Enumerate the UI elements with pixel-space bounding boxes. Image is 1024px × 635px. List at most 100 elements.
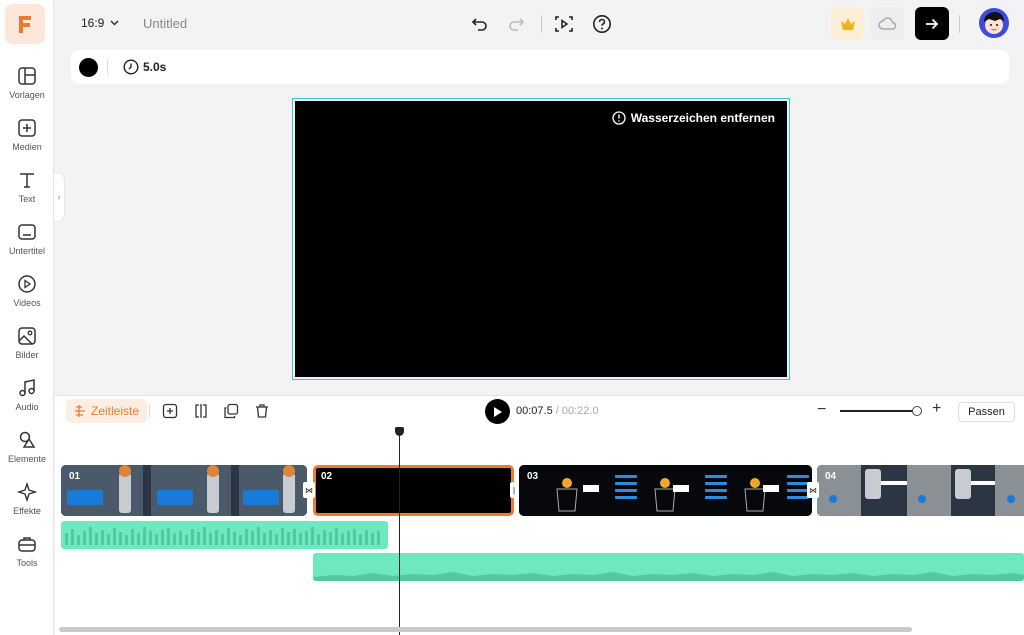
pipe-icon: | [512, 485, 516, 495]
playhead[interactable] [399, 432, 400, 635]
delete-button[interactable] [252, 401, 272, 421]
time-separator: / [552, 405, 562, 417]
sidebar-item-label: Elemente [7, 454, 47, 464]
clip-number: 03 [527, 471, 539, 482]
image-icon [18, 327, 36, 345]
timeline-clip-02[interactable]: 02 [313, 465, 514, 516]
add-box-icon [162, 403, 178, 419]
editor-app: Vorlagen Medien Text Untertitel Videos B… [0, 0, 1024, 635]
aspect-ratio-select[interactable]: 16:9 [81, 16, 119, 30]
app-logo[interactable] [5, 4, 45, 44]
current-time: 00:07.5 [516, 405, 553, 417]
user-avatar[interactable] [979, 8, 1009, 38]
background-color-swatch[interactable] [79, 58, 98, 77]
remove-watermark-button[interactable]: Wasserzeichen entfernen [612, 111, 775, 125]
avatar-illustration [984, 12, 1004, 34]
export-button[interactable] [915, 7, 949, 40]
timecode: 00:07.5 / 00:22.0 [516, 405, 599, 417]
properties-bar: 5.0s [71, 50, 1009, 84]
sidebar-item-label: Medien [12, 142, 42, 152]
undo-button[interactable] [468, 12, 492, 36]
templates-icon [18, 67, 36, 85]
help-button[interactable] [590, 12, 614, 36]
total-time: 00:22.0 [561, 405, 599, 417]
canvas-frame[interactable]: Wasserzeichen entfernen [292, 98, 790, 380]
zoom-out-button[interactable]: − [817, 402, 826, 418]
duration-control[interactable]: 5.0s [123, 59, 166, 75]
transition-handle[interactable]: ⋈ [807, 482, 819, 498]
preview-button[interactable] [552, 12, 576, 36]
toolbox-icon [18, 537, 36, 552]
clip-thumbnail [61, 465, 307, 516]
arrow-right-icon [926, 18, 939, 29]
play-button[interactable] [485, 399, 510, 424]
clip-thumbnail [519, 465, 812, 516]
transition-handle[interactable]: | [510, 482, 518, 498]
duplicate-icon [224, 403, 239, 419]
text-icon [20, 173, 34, 188]
sidebar-item-audio[interactable]: Audio [0, 376, 54, 424]
sidebar-item-vorlagen[interactable]: Vorlagen [0, 64, 54, 112]
sidebar-item-tools[interactable]: Tools [0, 532, 54, 580]
left-sidebar: Vorlagen Medien Text Untertitel Videos B… [0, 0, 54, 635]
split-icon [195, 404, 207, 418]
transition-handle[interactable]: ⋈ [303, 482, 315, 498]
info-icon [612, 111, 626, 125]
timeline-scrollbar[interactable] [59, 627, 912, 632]
cloud-save-button[interactable] [871, 7, 904, 40]
sidebar-expand-handle[interactable]: › [54, 172, 65, 222]
add-clip-button[interactable] [160, 401, 180, 421]
sidebar-item-label: Vorlagen [9, 90, 45, 100]
play-icon [493, 406, 502, 417]
divider [959, 15, 960, 33]
sidebar-item-bilder[interactable]: Bilder [0, 324, 54, 372]
sidebar-item-label: Bilder [15, 350, 39, 360]
bowtie-icon: ⋈ [305, 485, 313, 495]
sidebar-item-elemente[interactable]: Elemente [0, 428, 54, 476]
sidebar-item-untertitel[interactable]: Untertitel [0, 220, 54, 268]
timeline-toolbar: Zeitleiste 00:07.5 / 00:22.0 − + Passen [55, 396, 1024, 426]
upgrade-button[interactable] [831, 7, 864, 40]
video-canvas[interactable]: Wasserzeichen entfernen [295, 101, 787, 377]
divider [149, 404, 150, 418]
sidebar-item-label: Effekte [13, 506, 41, 516]
timeline-clip-03[interactable]: 03 [519, 465, 812, 516]
fit-button[interactable]: Passen [958, 402, 1015, 422]
audio-track-2[interactable] [313, 553, 1024, 581]
aspect-ratio-value: 16:9 [81, 16, 105, 30]
zoom-slider[interactable] [840, 410, 917, 412]
sidebar-item-label: Tools [16, 558, 38, 568]
cloud-icon [877, 16, 896, 30]
duplicate-button[interactable] [221, 401, 241, 421]
zoom-slider-handle[interactable] [912, 406, 922, 416]
chevron-right-icon: › [57, 192, 61, 202]
sidebar-item-effekte[interactable]: Effekte [0, 480, 54, 528]
timeline-clip-04[interactable]: 04 [817, 465, 1024, 516]
duration-value: 5.0s [143, 60, 167, 74]
audio-waveform [313, 572, 1024, 581]
split-button[interactable] [191, 401, 211, 421]
audio-track-1[interactable] [61, 521, 388, 549]
project-title[interactable]: Untitled [143, 16, 187, 31]
clip-number: 02 [321, 471, 333, 482]
divider [541, 15, 542, 33]
chevron-down-icon [110, 20, 119, 26]
timeline-clip-01[interactable]: 01 [61, 465, 307, 516]
sidebar-item-text[interactable]: Text [0, 168, 54, 216]
sidebar-item-videos[interactable]: Videos [0, 272, 54, 320]
timeline-tab[interactable]: Zeitleiste [66, 399, 148, 423]
sidebar-item-label: Text [18, 194, 36, 204]
shapes-icon [19, 431, 36, 448]
sidebar-item-medien[interactable]: Medien [0, 116, 54, 164]
help-icon [593, 15, 611, 33]
timeline-icon [75, 405, 85, 417]
sparkle-icon [17, 482, 37, 502]
divider [107, 59, 108, 75]
bowtie-icon: ⋈ [809, 485, 817, 495]
logo-f-icon [19, 16, 31, 33]
music-note-icon [19, 379, 35, 397]
audio-waveform [65, 527, 380, 545]
redo-button[interactable] [504, 12, 528, 36]
watermark-label: Wasserzeichen entfernen [630, 111, 775, 125]
zoom-in-button[interactable]: + [932, 401, 941, 417]
